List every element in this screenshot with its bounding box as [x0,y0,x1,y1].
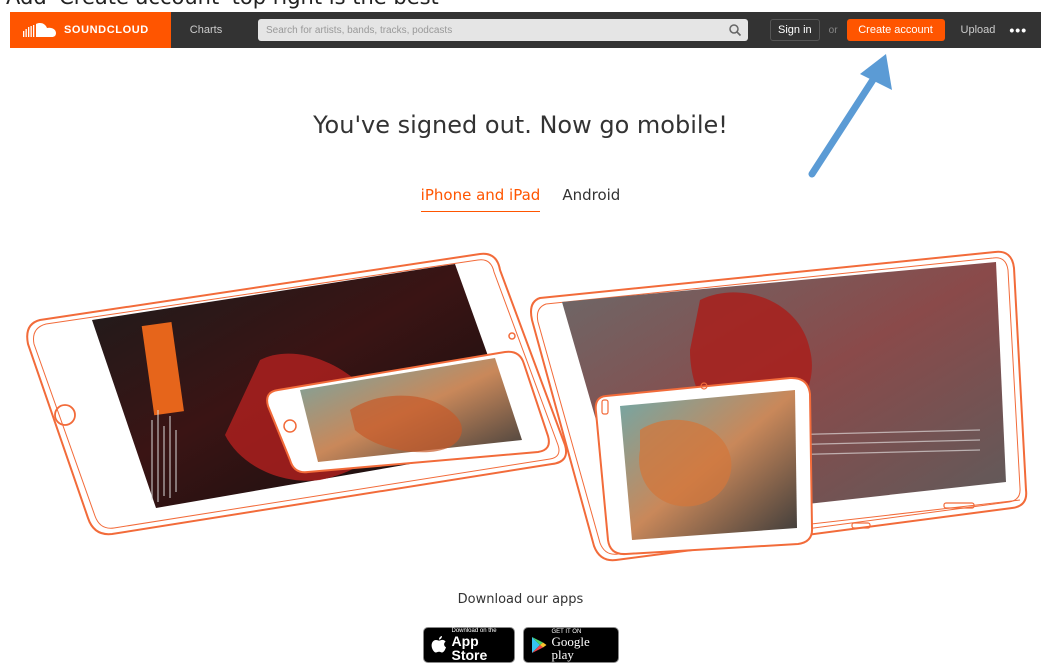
more-menu-icon[interactable]: ••• [1009,22,1027,38]
tab-iphone-ipad[interactable]: iPhone and iPad [420,186,541,212]
page-headline: You've signed out. Now go mobile! [313,111,728,139]
search-box [258,19,748,41]
upload-link[interactable]: Upload [961,24,996,36]
top-header: SOUNDCLOUD Charts Sign in or Create acco… [10,12,1041,48]
search-input[interactable] [258,19,748,41]
search-icon[interactable] [728,23,742,37]
nav-charts-link[interactable]: Charts [171,24,241,36]
google-play-icon [531,637,546,653]
google-play-button[interactable]: GET IT ON Google play [522,627,619,663]
app-store-badges: Download on the App Store GET IT ON Goog… [0,627,1041,663]
create-account-button[interactable]: Create account [846,19,945,41]
platform-tabs: iPhone and iPad Android [0,186,1041,212]
google-play-big-text: Google play [551,634,590,662]
apple-icon [431,636,446,653]
logo-wordmark: SOUNDCLOUD [64,24,149,36]
sign-in-button[interactable]: Sign in [770,19,820,41]
app-store-button[interactable]: Download on the App Store [422,627,515,663]
devices-illustration [26,250,1028,562]
app-store-big-text: App Store [451,633,488,663]
right-phone-drawing [594,376,814,556]
top-caption-text: Add 'Create account' top right is the be… [6,0,439,10]
download-apps-label: Download our apps [457,592,584,607]
tab-android[interactable]: Android [562,186,620,212]
soundcloud-cloud-icon [23,23,56,37]
soundcloud-logo[interactable]: SOUNDCLOUD [10,12,171,48]
or-separator: or [828,24,838,36]
